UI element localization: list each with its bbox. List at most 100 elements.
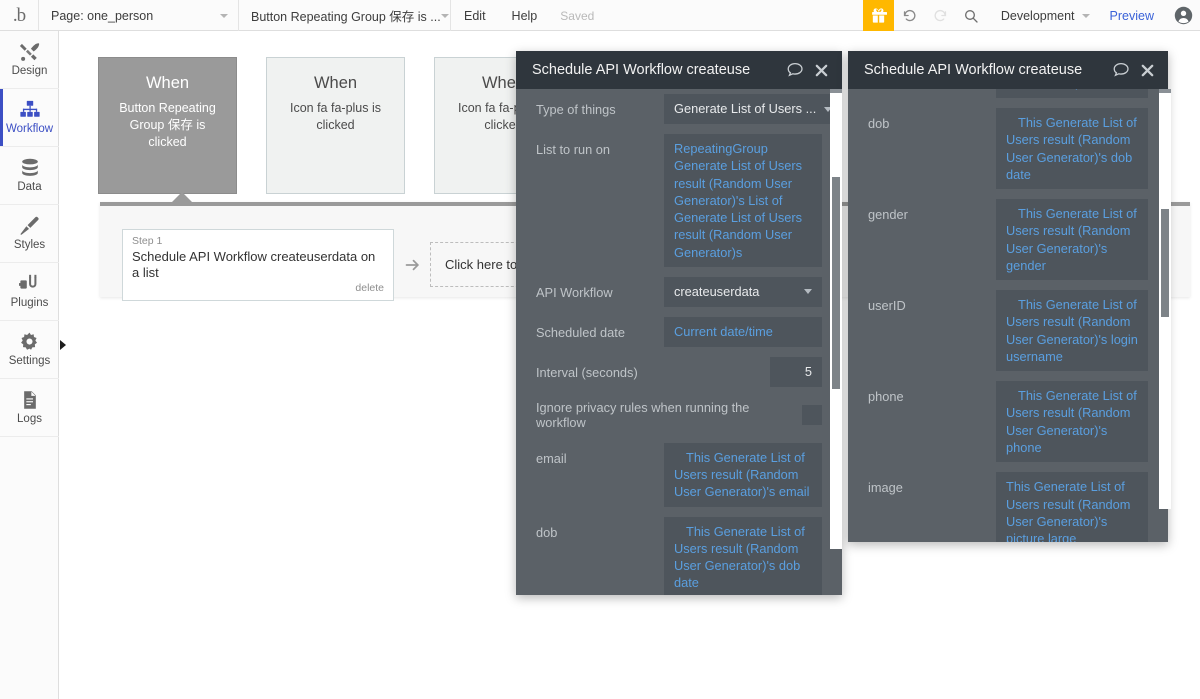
- scheduled-date-input[interactable]: Current date/time: [664, 316, 822, 347]
- dialog-body: Generator)'s email dob This Generate Lis…: [848, 89, 1168, 542]
- field-label: Type of things: [536, 102, 616, 117]
- interval-input[interactable]: 5: [770, 356, 822, 387]
- sidebar-item-data[interactable]: Data: [0, 147, 59, 205]
- top-toolbar: .b Page: one_person Button Repeating Gro…: [0, 0, 1200, 31]
- param-phone-input[interactable]: This Generate List of Users result (Rand…: [996, 381, 1148, 463]
- field-label: Interval (seconds): [536, 364, 638, 380]
- scrollbar-cap: [830, 89, 842, 93]
- field-type-of-things: Type of things Generate List of Users ..…: [516, 89, 842, 129]
- preview-button[interactable]: Preview: [1098, 0, 1166, 31]
- dropdown-value: createuserdata: [674, 284, 760, 300]
- field-label: API Workflow: [536, 284, 613, 300]
- chevron-down-icon: [804, 289, 812, 295]
- gear-icon: [18, 331, 41, 353]
- workflow-nodes-icon: [18, 99, 42, 121]
- comment-bubble-icon[interactable]: [786, 62, 804, 78]
- event-description: Button Repeating Group 保存 is clicked: [119, 100, 216, 149]
- workflow-step-1[interactable]: Step 1 Schedule API Workflow createuserd…: [122, 229, 394, 301]
- event-when-label: When: [313, 74, 358, 92]
- redo-icon[interactable]: [925, 0, 956, 31]
- param-dob-input[interactable]: This Generate List of Users result (Rand…: [664, 516, 822, 595]
- field-label: Scheduled date: [536, 324, 625, 340]
- field-list-to-run-on: List to run on RepeatingGroup Generate L…: [516, 129, 842, 272]
- param-dob-input[interactable]: This Generate List of Users result (Rand…: [996, 108, 1148, 190]
- ignore-privacy-label: Ignore privacy rules when running the wo…: [536, 399, 750, 430]
- flyout-arrow-icon[interactable]: [60, 340, 66, 350]
- dialog-1-scrollbar[interactable]: [830, 89, 842, 549]
- field-label: List to run on: [536, 142, 610, 157]
- chevron-down-icon: [440, 13, 449, 18]
- param-phone: phone This Generate List of Users result…: [848, 376, 1168, 467]
- environment-label: Development: [1000, 8, 1075, 23]
- comment-bubble-icon[interactable]: [1112, 62, 1130, 78]
- param-gender-input[interactable]: This Generate List of Users result (Rand…: [996, 199, 1148, 281]
- dialog-title: Schedule API Workflow createuse: [864, 62, 1083, 78]
- sidebar-item-label: Design: [11, 65, 48, 78]
- field-api-workflow: API Workflow createuserdata: [516, 272, 842, 312]
- param-dob: dob This Generate List of Users result (…: [848, 103, 1168, 194]
- param-label: phone: [868, 389, 904, 405]
- api-workflow-dropdown[interactable]: createuserdata: [664, 276, 822, 307]
- scrollbar-thumb[interactable]: [832, 177, 840, 389]
- step-delete-link[interactable]: delete: [132, 281, 384, 296]
- field-interval-seconds: Interval (seconds) 5: [516, 352, 842, 392]
- param-userid: userID This Generate List of Users resul…: [848, 285, 1168, 376]
- step-title: Schedule API Workflow createuserdata on …: [132, 248, 376, 280]
- event-selector-label: Button Repeating Group 保存 is ...: [251, 10, 441, 24]
- ignore-privacy-checkbox[interactable]: [802, 404, 822, 425]
- edit-menu[interactable]: Edit: [451, 0, 499, 31]
- event-cards-row: When Button Repeating Group 保存 is clicke…: [98, 57, 573, 194]
- sidebar-item-label: Plugins: [10, 297, 49, 310]
- page-selector[interactable]: Page: one_person: [39, 0, 239, 31]
- dialog-header: Schedule API Workflow createuse: [516, 51, 842, 89]
- sidebar-item-logs[interactable]: Logs: [0, 379, 59, 437]
- param-dob: dob This Generate List of Users result (…: [516, 512, 842, 595]
- gift-icon[interactable]: [862, 0, 894, 31]
- event-card[interactable]: When Button Repeating Group 保存 is clicke…: [98, 57, 237, 194]
- sidebar-item-settings[interactable]: Settings: [0, 321, 59, 379]
- param-label: email: [536, 450, 567, 466]
- sidebar-item-styles[interactable]: Styles: [0, 205, 59, 263]
- sidebar-item-workflow[interactable]: Workflow: [0, 89, 59, 147]
- param-label: dob: [536, 524, 558, 540]
- dialog-header: Schedule API Workflow createuse: [848, 51, 1168, 89]
- param-email-partial-input[interactable]: Generator)'s email: [996, 89, 1148, 98]
- type-of-things-dropdown[interactable]: Generate List of Users ...: [664, 94, 842, 124]
- user-avatar-icon[interactable]: [1166, 0, 1200, 31]
- param-label: userID: [868, 298, 906, 314]
- param-email-input[interactable]: This Generate List of Users result (Rand…: [664, 442, 822, 507]
- param-label: image: [868, 480, 903, 496]
- field-scheduled-date: Scheduled date Current date/time: [516, 312, 842, 352]
- sidebar-item-design[interactable]: Design: [0, 31, 59, 89]
- search-icon[interactable]: [956, 0, 987, 31]
- close-x-icon[interactable]: [814, 63, 829, 78]
- environment-selector[interactable]: Development: [987, 0, 1098, 31]
- event-card[interactable]: When Icon fa fa-plus is clicked: [266, 57, 405, 194]
- paintbrush-icon: [18, 215, 41, 237]
- undo-icon[interactable]: [894, 0, 925, 31]
- database-icon: [19, 157, 41, 179]
- dialog-2-scrollbar[interactable]: [1159, 89, 1171, 509]
- sidebar-item-plugins[interactable]: Plugins: [0, 263, 59, 321]
- bubble-logo-icon[interactable]: .b: [0, 0, 39, 30]
- arrow-right-icon: [394, 257, 430, 273]
- help-menu[interactable]: Help: [499, 0, 551, 31]
- document-lines-icon: [20, 389, 40, 411]
- design-tools-icon: [18, 41, 42, 63]
- left-sidebar: Design Workflow Data Styles Plugins Sett…: [0, 31, 59, 699]
- close-x-icon[interactable]: [1140, 63, 1155, 78]
- sidebar-item-label: Logs: [17, 413, 42, 426]
- scrollbar-cap: [1159, 89, 1171, 93]
- chevron-down-icon: [1081, 13, 1090, 18]
- sidebar-item-label: Settings: [8, 355, 51, 368]
- param-image-input[interactable]: This Generate List of Users result (Rand…: [996, 472, 1148, 542]
- event-selector[interactable]: Button Repeating Group 保存 is ...: [239, 0, 451, 31]
- param-email-partial: Generator)'s email: [848, 89, 1168, 103]
- dialog-body: Type of things Generate List of Users ..…: [516, 89, 842, 595]
- list-to-run-on-input[interactable]: RepeatingGroup Generate List of Users re…: [664, 134, 822, 267]
- ignore-privacy-rules-row: Ignore privacy rules when running the wo…: [516, 392, 842, 438]
- event-when-label: When: [145, 74, 190, 92]
- param-userid-input[interactable]: This Generate List of Users result (Rand…: [996, 290, 1148, 372]
- scrollbar-thumb[interactable]: [1161, 209, 1169, 317]
